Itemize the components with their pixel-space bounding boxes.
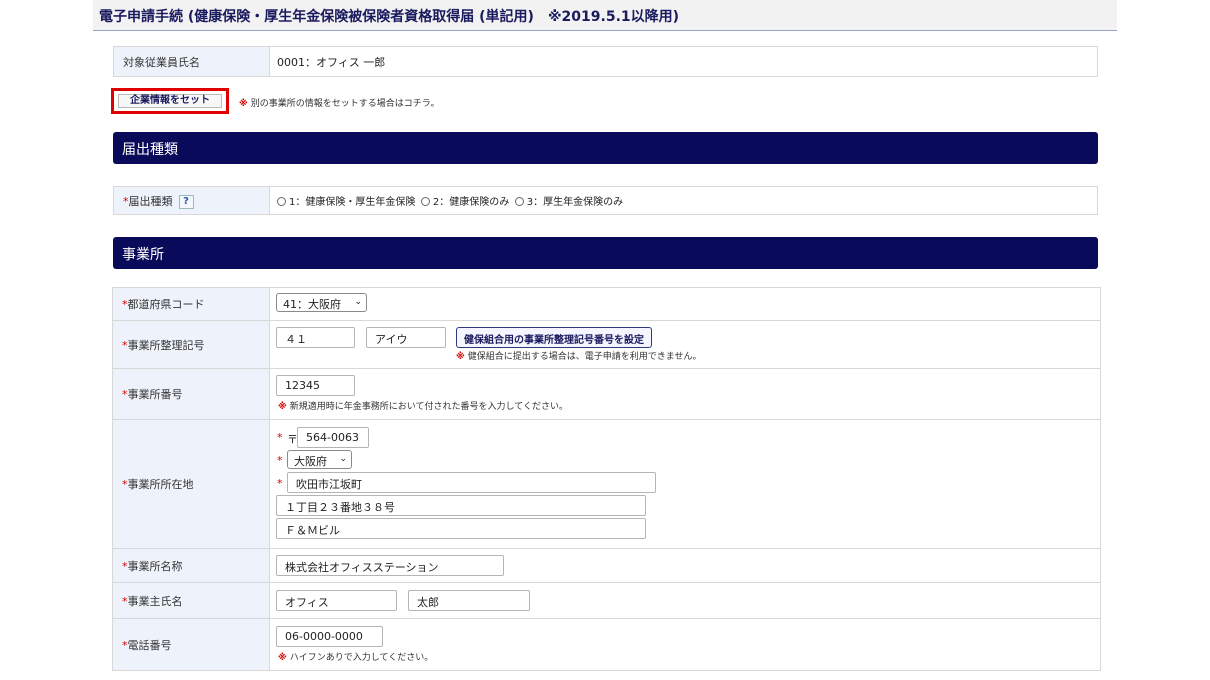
notification-type-options: 1：健康保険・厚生年金保険 2：健康保険のみ 3：厚生年金保険のみ — [269, 186, 1098, 215]
prefecture-code-label: *都道府県コード — [112, 287, 270, 321]
address-street-input[interactable]: １丁目２３番地３８号 — [276, 495, 646, 516]
address-building-input[interactable]: Ｆ＆Ｍビル — [276, 518, 646, 539]
chevron-down-icon: ⌄ — [354, 297, 362, 307]
address-prefecture-select[interactable]: 大阪府 ⌄ — [287, 450, 352, 469]
set-health-union-symbol-button[interactable]: 健保組合用の事業所整理記号番号を設定 — [456, 327, 652, 348]
help-icon[interactable]: ? — [178, 194, 194, 209]
employee-value: 0001：オフィス 一郎 — [269, 46, 1098, 77]
office-symbol-note: ※ 健保組合に提出する場合は、電子申請を利用できません。 — [456, 352, 702, 362]
office-address-label: *事業所所在地 — [112, 419, 270, 549]
phone-note: ※ ハイフンありで入力してください。 — [278, 653, 434, 663]
owner-last-name-input[interactable]: オフィス — [276, 590, 397, 611]
radio-icon — [514, 197, 524, 206]
office-symbol-input-2[interactable]: アイウ — [366, 327, 446, 348]
section-header-notification-type: 届出種類 — [113, 132, 1098, 164]
owner-first-name-input[interactable]: 太郎 — [408, 590, 530, 611]
address-city-input[interactable]: 吹田市江坂町 — [287, 472, 656, 493]
radio-option-3[interactable]: 3：厚生年金保険のみ — [514, 197, 623, 208]
office-number-label: *事業所番号 — [112, 368, 270, 420]
title-bar: 電子申請手続 (健康保険・厚生年金保険被保険者資格取得届 (単記用) ※2019… — [93, 0, 1117, 31]
phone-input[interactable]: 06-0000-0000 — [276, 626, 383, 647]
office-symbol-input-1[interactable]: ４１ — [276, 327, 355, 348]
radio-icon — [277, 197, 286, 206]
office-name-input[interactable]: 株式会社オフィスステーション — [276, 555, 504, 576]
employee-table: 対象従業員氏名 0001：オフィス 一郎 — [113, 46, 1098, 77]
prefecture-code-select[interactable]: 41：大阪府 ⌄ — [276, 293, 367, 312]
section-header-office: 事業所 — [113, 237, 1098, 269]
note-mark: ※ — [239, 99, 248, 109]
radio-option-2[interactable]: 2：健康保険のみ — [420, 197, 509, 208]
employee-label: 対象従業員氏名 — [113, 46, 270, 77]
office-number-note: ※ 新規適用時に年金事務所において付された番号を入力してください。 — [278, 402, 568, 412]
phone-label: *電話番号 — [112, 618, 270, 671]
page-title: 電子申請手続 (健康保険・厚生年金保険被保険者資格取得届 (単記用) ※2019… — [99, 9, 680, 25]
set-company-note: ※ 別の事業所の情報をセットする場合はコチラ。 — [239, 99, 440, 109]
notification-type-table: *届出種類? 1：健康保険・厚生年金保険 2：健康保険のみ 3：厚生年金保険のみ — [113, 186, 1098, 215]
radio-option-1[interactable]: 1：健康保険・厚生年金保険 — [277, 197, 415, 208]
set-company-info-button[interactable]: 企業情報をセット — [111, 88, 229, 114]
owner-name-label: *事業主氏名 — [112, 582, 270, 619]
radio-icon — [420, 197, 430, 206]
office-symbol-label: *事業所整理記号 — [112, 320, 270, 369]
office-name-label: *事業所名称 — [112, 548, 270, 583]
notification-type-label-cell: *届出種類? — [113, 186, 270, 215]
office-number-input[interactable]: 12345 — [276, 375, 355, 396]
chevron-down-icon: ⌄ — [339, 454, 347, 464]
set-company-info-label: 企業情報をセット — [118, 94, 222, 108]
postal-code-input[interactable]: 564-0063 — [297, 427, 369, 448]
